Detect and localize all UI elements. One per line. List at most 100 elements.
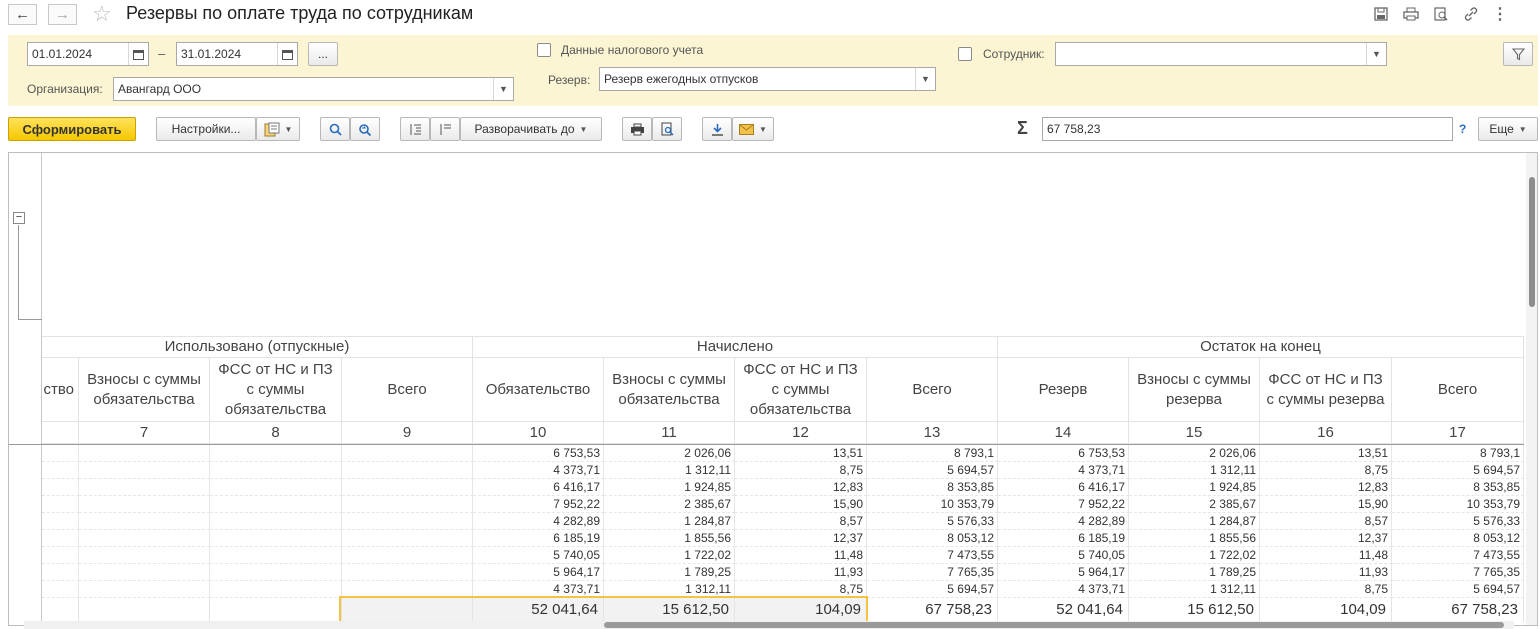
table-cell [210,496,342,513]
report-variants-icon [264,122,280,136]
more-button[interactable]: Еще ▼ [1478,117,1538,141]
table-cell: 8,57 [735,513,867,530]
table-cell: 4 373,71 [473,581,604,598]
more-menu-icon[interactable]: ⋮ [1490,4,1510,24]
find-button[interactable] [320,117,350,141]
column-header: Всего [867,358,998,422]
vertical-scrollbar[interactable] [1526,153,1537,625]
column-number: 16 [1260,422,1392,444]
back-button[interactable]: ← [8,4,37,25]
table-cell [79,581,210,598]
calendar-icon[interactable] [277,43,297,65]
chevron-down-icon: ▼ [1518,124,1527,134]
find-next-button[interactable] [350,117,380,141]
download-icon [711,123,723,136]
favorite-star-icon[interactable]: ☆ [92,1,112,27]
arrow-right-icon: → [55,6,70,23]
total-cell: 15 612,50 [1129,598,1260,622]
table-cell: 8 053,12 [1392,530,1524,547]
scroll-thumb[interactable] [1529,177,1535,307]
column-header: ФСС от НС и ПЗ с суммы обязательства [735,358,867,422]
dropdown-arrow-icon[interactable]: ▼ [915,68,935,90]
filter-icon [1511,47,1525,60]
preview-icon[interactable] [1431,4,1451,24]
print-button[interactable] [622,117,652,141]
table-cell: 5 694,57 [1392,462,1524,479]
dropdown-arrow-icon[interactable]: ▼ [493,78,513,100]
settings-button[interactable]: Настройки... [156,117,256,141]
save-to-file-button[interactable] [702,117,732,141]
tax-data-label: Данные налогового учета [561,43,704,57]
dropdown-arrow-icon[interactable]: ▼ [1366,43,1386,65]
table-cell [342,496,473,513]
calendar-icon[interactable] [128,43,148,65]
employee-field[interactable]: ▼ [1055,42,1387,66]
expand-all-button[interactable] [400,117,430,141]
expand-to-button[interactable]: Разворачивать до ▼ [460,117,602,141]
table-cell: 15,90 [735,496,867,513]
header-divider [42,336,1524,337]
table-cell: 11,48 [735,547,867,564]
table-cell: 8,75 [735,581,867,598]
table-cell: 5 576,33 [867,513,998,530]
forward-button[interactable]: → [48,4,77,25]
collapse-all-button[interactable] [430,117,460,141]
period-select-button[interactable]: ... [308,42,338,66]
table-cell: 7 952,22 [473,496,604,513]
collapse-group-icon[interactable]: − [13,212,25,224]
send-email-button[interactable]: ▼ [732,117,774,141]
table-cell: 5 740,05 [998,547,1129,564]
scroll-thumb[interactable] [604,622,1504,628]
date-from-field[interactable]: 01.01.2024 [27,42,149,66]
table-cell: 1 312,11 [604,581,735,598]
report-grid[interactable]: − Использовано (отпускные) Начислено Остат… [8,152,1538,626]
help-icon[interactable]: ? [1459,122,1466,136]
tax-data-checkbox[interactable] [537,43,551,57]
table-cell: 8,75 [1260,462,1392,479]
variants-button[interactable]: ▼ [256,117,300,141]
column-header: ство [42,358,79,422]
table-cell: 1 312,11 [1129,462,1260,479]
table-cell: 13,51 [735,445,867,462]
table-cell: 12,83 [1260,479,1392,496]
table-cell: 4 373,71 [473,462,604,479]
table-cell [342,564,473,581]
table-cell [79,496,210,513]
table-cell [342,462,473,479]
print-preview-button[interactable] [652,117,682,141]
table-cell: 1 284,87 [1129,513,1260,530]
table-cell [210,564,342,581]
table-cell: 2 385,67 [1129,496,1260,513]
table-cell: 8 793,1 [1392,445,1524,462]
column-number: 7 [79,422,210,444]
filter-button[interactable] [1503,42,1533,66]
horizontal-scrollbar[interactable] [24,621,1514,629]
link-icon[interactable] [1461,4,1481,24]
print-icon[interactable] [1401,4,1421,24]
save-icon[interactable] [1371,4,1391,24]
table-cell: 7 952,22 [998,496,1129,513]
table-cell: 8 353,85 [1392,479,1524,496]
reserve-field[interactable]: Резерв ежегодных отпусков ▼ [599,67,936,91]
column-number: 17 [1392,422,1524,444]
table-cell: 11,48 [1260,547,1392,564]
total-cell [79,598,210,622]
organization-field[interactable]: Авангард ООО ▼ [113,77,514,101]
column-header: Резерв [998,358,1129,422]
table-cell [210,547,342,564]
generate-button[interactable]: Сформировать [8,117,136,141]
table-cell: 5 694,57 [867,581,998,598]
column-header: Всего [1392,358,1524,422]
table-cell [210,479,342,496]
table-cell: 1 312,11 [1129,581,1260,598]
employee-label: Сотрудник: [983,47,1045,61]
table-cell: 1 855,56 [1129,530,1260,547]
table-cell: 10 353,79 [1392,496,1524,513]
table-cell: 1 924,85 [1129,479,1260,496]
date-to-field[interactable]: 31.01.2024 [176,42,298,66]
employee-checkbox[interactable] [958,47,972,61]
table-cell: 8,75 [1260,581,1392,598]
column-number: 15 [1129,422,1260,444]
column-number: 10 [473,422,604,444]
column-number: 14 [998,422,1129,444]
